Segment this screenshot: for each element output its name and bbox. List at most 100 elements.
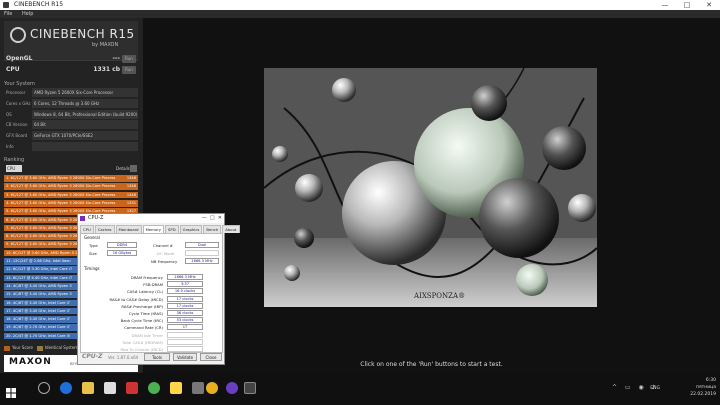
menu-file[interactable]: File bbox=[4, 11, 12, 17]
cpuz-taskbar-icon[interactable] bbox=[226, 382, 238, 394]
sphere-dark bbox=[479, 178, 559, 258]
timing-value: 1666.3 MHz bbox=[167, 274, 203, 280]
cpuz-version: Ver. 1.87.0.x64 bbox=[108, 355, 139, 360]
menu-help[interactable]: Help bbox=[22, 11, 33, 17]
close-cpuz-button[interactable]: Close bbox=[200, 353, 222, 361]
details-toggle[interactable] bbox=[130, 165, 137, 172]
ranking-score: 1346 bbox=[126, 176, 136, 180]
system-row: Info bbox=[4, 142, 138, 152]
cpuz-footer: CPU-Z Ver. 1.87.0.x64 Tools Validate Clo… bbox=[80, 352, 223, 362]
cpuz-window: CPU-Z — □ ✕ CPU Caches Mainboard Memory SPD G… bbox=[77, 213, 240, 365]
ranking-row[interactable]: 4. 6C/12T @ 3.60 GHz, AMD Ryzen 5 2600X … bbox=[4, 199, 138, 207]
ranking-select[interactable]: CPU bbox=[6, 165, 22, 172]
logo-subtitle: by MAXON bbox=[92, 42, 119, 48]
system-value: 6 Cores, 12 Threads @ 3.60 GHz bbox=[32, 98, 138, 108]
language-indicator[interactable]: ENG bbox=[650, 385, 660, 392]
app-icon-orange[interactable] bbox=[206, 382, 218, 394]
system-row: GFX Board GeForce GTX 1070/PCIe/SSE2 bbox=[4, 131, 138, 141]
cpu-value: 1331 cb bbox=[93, 66, 120, 73]
cpuz-window-controls[interactable]: — □ ✕ bbox=[202, 214, 222, 223]
timing-label: DRAM Frequency bbox=[130, 275, 163, 280]
app-icon-yellow[interactable] bbox=[170, 382, 182, 394]
clock-date: 22.02.2019 bbox=[690, 392, 716, 397]
cpuz-tab-cpu[interactable]: CPU bbox=[80, 225, 94, 233]
cpu-run-button[interactable]: Run bbox=[122, 66, 136, 74]
ranking-name: 2. 6C/12T @ 3.60 GHz, AMD Ryzen 5 2600X … bbox=[6, 184, 116, 189]
tools-button[interactable]: Tools bbox=[144, 353, 170, 361]
system-value: 64 Bit bbox=[32, 120, 138, 130]
cpuz-title: CPU-Z bbox=[88, 215, 104, 221]
search-icon[interactable] bbox=[38, 382, 50, 394]
cpuz-titlebar: CPU-Z — □ ✕ bbox=[78, 214, 224, 223]
cpuz-tab-graphics[interactable]: Graphics bbox=[179, 225, 203, 233]
your-score-swatch bbox=[4, 345, 10, 351]
start-button[interactable] bbox=[6, 383, 16, 398]
opengl-run-button[interactable]: Run bbox=[122, 55, 136, 63]
minimize-button[interactable]: — bbox=[654, 0, 676, 10]
ranking-name: 3. 6C/12T @ 3.60 GHz, AMD Ryzen 5 2600X … bbox=[6, 192, 116, 197]
timing-label: Cycle Time (tRAS) bbox=[128, 311, 163, 316]
timing-value: 17 clocks bbox=[167, 295, 203, 302]
timing-label: CAS# Latency (CL) bbox=[127, 289, 163, 295]
ranking-row[interactable]: 3. 6C/12T @ 3.60 GHz, AMD Ryzen 5 2600X … bbox=[4, 191, 138, 199]
system-key: GFX Board bbox=[6, 133, 28, 139]
identical-system-swatch bbox=[36, 345, 43, 351]
timing-label: FSB:DRAM bbox=[143, 282, 163, 288]
dcmode-label: DC Mode bbox=[157, 251, 175, 256]
cpuz-memory-panel: General Type DDR4 Size 16 GBytes Channel… bbox=[80, 233, 223, 353]
ranking-score: 1346 bbox=[126, 192, 136, 197]
clock[interactable]: 6:30 пятница 22.02.2019 bbox=[690, 377, 716, 398]
app-icon-gray[interactable] bbox=[192, 382, 204, 394]
store-icon[interactable] bbox=[104, 382, 116, 394]
opengl-value: --- bbox=[112, 55, 120, 62]
cpuz-brand: CPU-Z bbox=[82, 353, 103, 360]
clock-time: 6:30 bbox=[705, 378, 716, 383]
system-value: Windows 8, 64 Bit, Professional Edition … bbox=[32, 109, 138, 119]
timing-label: RAS# to CAS# Delay (tRCD) bbox=[109, 296, 163, 302]
timing-value: 16.0 clocks bbox=[167, 288, 203, 295]
render-preview: AIXSPONZA® bbox=[264, 68, 597, 307]
cpuz-tab-about[interactable]: About bbox=[222, 225, 240, 233]
timing-label: Command Rate (CR) bbox=[124, 325, 163, 331]
folder-icon[interactable] bbox=[82, 382, 94, 394]
channel-value: Dual bbox=[185, 242, 219, 248]
channel-label: Channel # bbox=[153, 243, 173, 248]
cinebench-ring-icon bbox=[10, 27, 26, 43]
chrome-icon[interactable] bbox=[148, 382, 160, 394]
app-icon bbox=[3, 2, 9, 8]
cpuz-tab-caches[interactable]: Caches bbox=[94, 225, 115, 233]
ranking-row[interactable]: 2. 6C/12T @ 3.60 GHz, AMD Ryzen 5 2600X … bbox=[4, 183, 138, 190]
ranking-score: 1331 bbox=[126, 200, 136, 205]
system-key: CB Version bbox=[6, 122, 28, 128]
maxon-logo: MAXON bbox=[9, 357, 52, 367]
maximize-button[interactable]: □ bbox=[676, 0, 698, 10]
timing-label: Bank Cycle Time (tRC) bbox=[120, 318, 163, 324]
nbfreq-value: 1666.3 MHz bbox=[185, 258, 219, 264]
legend-your-score: Your Score bbox=[12, 345, 34, 350]
edge-icon[interactable] bbox=[60, 382, 72, 394]
general-label: General bbox=[84, 235, 100, 240]
system-row: CB Version 64 Bit bbox=[4, 120, 138, 130]
timing-value: 3:57 bbox=[167, 281, 203, 288]
ranking-row[interactable]: 1. 6C/12T @ 3.60 GHz, AMD Ryzen 5 2600X … bbox=[4, 175, 138, 182]
taskbar: ^ ▭ ◉ ♪ ENG 6:30 пятница 22.02.2019 bbox=[0, 373, 720, 405]
cpuz-tab-memory[interactable]: Memory bbox=[142, 225, 165, 233]
cpuz-tab-mainboard[interactable]: Mainboard bbox=[115, 225, 142, 233]
cpuz-tabs: CPU Caches Mainboard Memory SPD Graphics Bench… bbox=[78, 225, 240, 233]
timings-label: Timings bbox=[84, 266, 100, 271]
cpu-row: CPU 1331 cb Run bbox=[4, 65, 138, 75]
close-button[interactable]: ✕ bbox=[698, 0, 720, 10]
validate-button[interactable]: Validate bbox=[173, 353, 197, 361]
timing-label: DRAM Idle Timer bbox=[131, 332, 163, 338]
cpuz-tab-spd[interactable]: SPD bbox=[165, 225, 179, 233]
timing-value bbox=[167, 338, 203, 345]
cpuz-tab-bench[interactable]: Bench bbox=[203, 225, 222, 233]
mail-icon[interactable] bbox=[126, 382, 138, 394]
timing-value: 53 clocks bbox=[167, 317, 203, 324]
logo-title: CINEBENCH R15 bbox=[30, 27, 135, 41]
cinebench-taskbar-icon[interactable] bbox=[244, 382, 256, 394]
cpu-label: CPU bbox=[6, 66, 20, 73]
system-key: Cores x GHz bbox=[6, 100, 31, 106]
render-image: AIXSPONZA® bbox=[264, 68, 597, 307]
system-value: GeForce GTX 1070/PCIe/SSE2 bbox=[32, 131, 138, 141]
